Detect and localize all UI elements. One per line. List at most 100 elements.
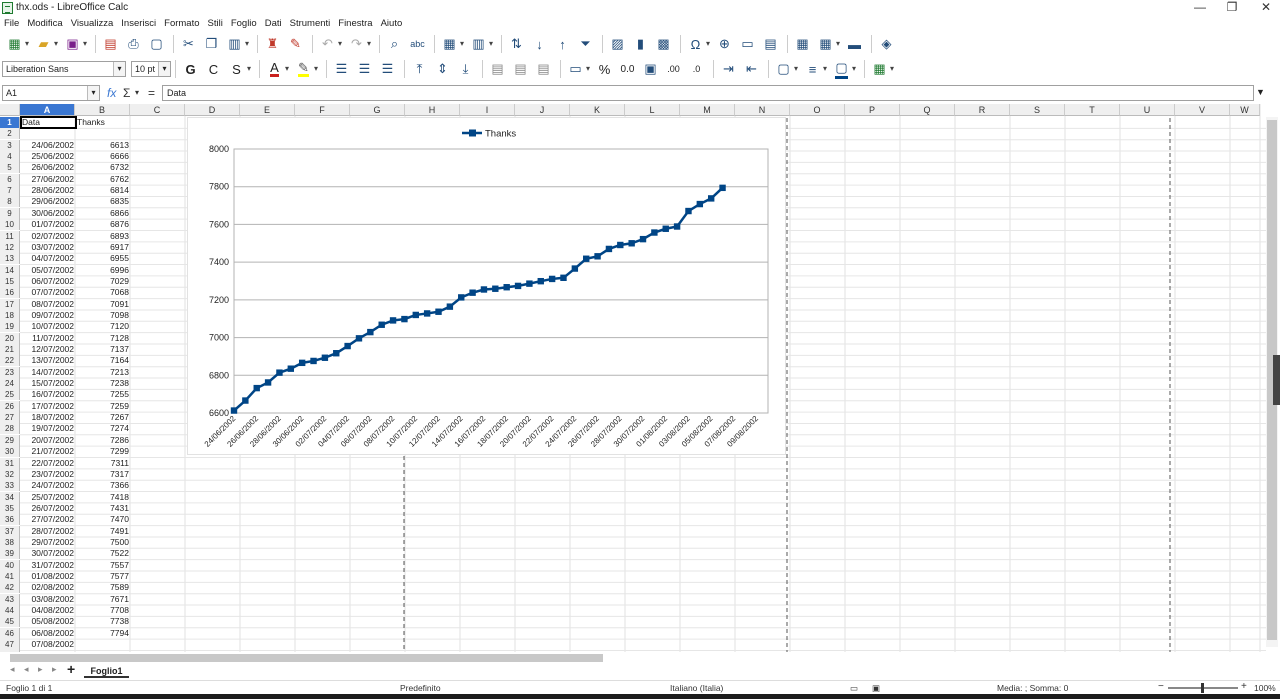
align-center-icon[interactable]: ☰ (354, 59, 375, 79)
column-header-c[interactable]: C (130, 104, 185, 116)
zoom-level[interactable]: 100% (1254, 681, 1276, 695)
menu-dati[interactable]: Dati (261, 17, 286, 31)
row-header-22[interactable]: 22 (0, 355, 20, 367)
save-icon[interactable]: ▣ (62, 34, 87, 54)
menu-inserisci[interactable]: Inserisci (117, 17, 160, 31)
font-color-button[interactable]: A (264, 59, 289, 79)
row-header-35[interactable]: 35 (0, 502, 20, 514)
cell-b39[interactable]: 7522 (76, 548, 131, 559)
print-icon[interactable]: ⎙ (123, 34, 144, 54)
cell-a28[interactable]: 19/07/2002 (21, 423, 76, 434)
cell-a41[interactable]: 01/08/2002 (21, 571, 76, 582)
cell-b33[interactable]: 7366 (76, 480, 131, 491)
column-header-s[interactable]: S (1010, 104, 1065, 116)
underline-button[interactable]: S (226, 59, 251, 79)
sort-icon[interactable]: ⇅ (506, 34, 527, 54)
row-header-18[interactable]: 18 (0, 309, 20, 321)
cell-b38[interactable]: 7500 (76, 537, 131, 548)
language-status[interactable]: Italiano (Italia) (670, 681, 723, 695)
cell-a29[interactable]: 20/07/2002 (21, 435, 76, 446)
row-header-44[interactable]: 44 (0, 605, 20, 617)
cell-a33[interactable]: 24/07/2002 (21, 480, 76, 491)
open-folder-icon[interactable]: ▰ (33, 34, 59, 54)
comment-icon[interactable]: ▭ (737, 34, 758, 54)
cell-b19[interactable]: 7120 (76, 321, 131, 332)
cell-a5[interactable]: 26/06/2002 (21, 162, 76, 173)
column-icon[interactable]: ▥ (468, 34, 493, 54)
cell-a22[interactable]: 13/07/2002 (21, 355, 76, 366)
cell-b1[interactable]: Thanks (76, 117, 131, 128)
column-header-k[interactable]: K (570, 104, 625, 116)
split-window-icon[interactable]: ▬ (844, 34, 865, 54)
cell-a31[interactable]: 22/07/2002 (21, 458, 76, 469)
cell-b37[interactable]: 7491 (76, 526, 131, 537)
column-header-a[interactable]: A (20, 104, 75, 116)
font-name-dropdown[interactable]: Liberation Sans ▾ (2, 61, 126, 77)
menu-visualizza[interactable]: Visualizza (67, 17, 118, 31)
cell-b34[interactable]: 7418 (76, 492, 131, 503)
row-header-25[interactable]: 25 (0, 389, 20, 401)
align-top-icon[interactable]: ⤒ (409, 59, 430, 79)
row-header-40[interactable]: 40 (0, 559, 20, 571)
cell-a26[interactable]: 17/07/2002 (21, 401, 76, 412)
row-header-7[interactable]: 7 (0, 185, 20, 197)
cell-b14[interactable]: 6996 (76, 265, 131, 276)
selection-mode-icon[interactable]: ▭ (850, 681, 858, 695)
row-header-21[interactable]: 21 (0, 344, 20, 355)
row-header-4[interactable]: 4 (0, 151, 20, 163)
define-print-area-icon[interactable]: ▦ (792, 34, 813, 54)
border-color-icon[interactable]: ▢ (831, 59, 856, 79)
cell-a44[interactable]: 04/08/2002 (21, 605, 76, 616)
conditional-format-icon[interactable]: ▦ (869, 59, 894, 79)
cell-b3[interactable]: 6613 (76, 140, 131, 151)
show-draw-functions-icon[interactable]: ◈ (876, 34, 897, 54)
cell-a24[interactable]: 15/07/2002 (21, 378, 76, 389)
cell-b20[interactable]: 7128 (76, 333, 131, 344)
select-all-corner[interactable] (0, 104, 20, 116)
page-style[interactable]: Predefinito (400, 681, 441, 695)
cell-b27[interactable]: 7267 (76, 412, 131, 423)
cell-b8[interactable]: 6835 (76, 196, 131, 207)
cell-a45[interactable]: 05/08/2002 (21, 616, 76, 627)
menu-aiuto[interactable]: Aiuto (377, 17, 407, 31)
find-replace-icon[interactable]: ⌕ (384, 34, 405, 54)
restore-button[interactable]: ❐ (1218, 0, 1246, 16)
column-header-f[interactable]: F (295, 104, 350, 116)
expand-formula-icon[interactable]: ▼ (1256, 87, 1265, 97)
cell-b31[interactable]: 7311 (76, 458, 131, 469)
row-header-1[interactable]: 1 (0, 117, 20, 128)
cell-b13[interactable]: 6955 (76, 253, 131, 264)
row-header-13[interactable]: 13 (0, 253, 20, 265)
menu-file[interactable]: File (2, 17, 23, 31)
cell-b45[interactable]: 7738 (76, 616, 131, 627)
cell-b30[interactable]: 7299 (76, 446, 131, 457)
row-header-24[interactable]: 24 (0, 378, 20, 390)
border-style-icon[interactable]: ≡ (802, 59, 827, 79)
cell-b46[interactable]: 7794 (76, 628, 131, 639)
decrease-indent-icon[interactable]: ⇤ (741, 59, 762, 79)
special-character-icon[interactable]: Ω (685, 34, 710, 54)
print-preview-icon[interactable]: ▢ (146, 34, 167, 54)
cell-a19[interactable]: 10/07/2002 (21, 321, 76, 332)
cell-b24[interactable]: 7238 (76, 378, 131, 389)
row-header-32[interactable]: 32 (0, 468, 20, 480)
cell-b4[interactable]: 6666 (76, 151, 131, 162)
column-header-q[interactable]: Q (900, 104, 955, 116)
cell-b11[interactable]: 6893 (76, 231, 131, 242)
align-middle-icon[interactable]: ⇕ (432, 59, 453, 79)
cell-a37[interactable]: 28/07/2002 (21, 526, 76, 537)
chevron-down-icon[interactable]: ▾ (135, 85, 139, 101)
column-header-g[interactable]: G (350, 104, 405, 116)
column-header-e[interactable]: E (240, 104, 295, 116)
column-header-b[interactable]: B (75, 104, 130, 116)
cell-a4[interactable]: 25/06/2002 (21, 151, 76, 162)
row-header-10[interactable]: 10 (0, 219, 20, 231)
scroll-thumb[interactable] (10, 654, 603, 662)
row-header-17[interactable]: 17 (0, 298, 20, 310)
paste-icon[interactable]: ▥ (224, 34, 249, 54)
cell-a13[interactable]: 04/07/2002 (21, 253, 76, 264)
cell-a18[interactable]: 09/07/2002 (21, 310, 76, 321)
spelling-icon[interactable]: abc (407, 34, 428, 54)
align-bottom-icon[interactable]: ⤓ (455, 59, 476, 79)
row-header-29[interactable]: 29 (0, 434, 20, 446)
